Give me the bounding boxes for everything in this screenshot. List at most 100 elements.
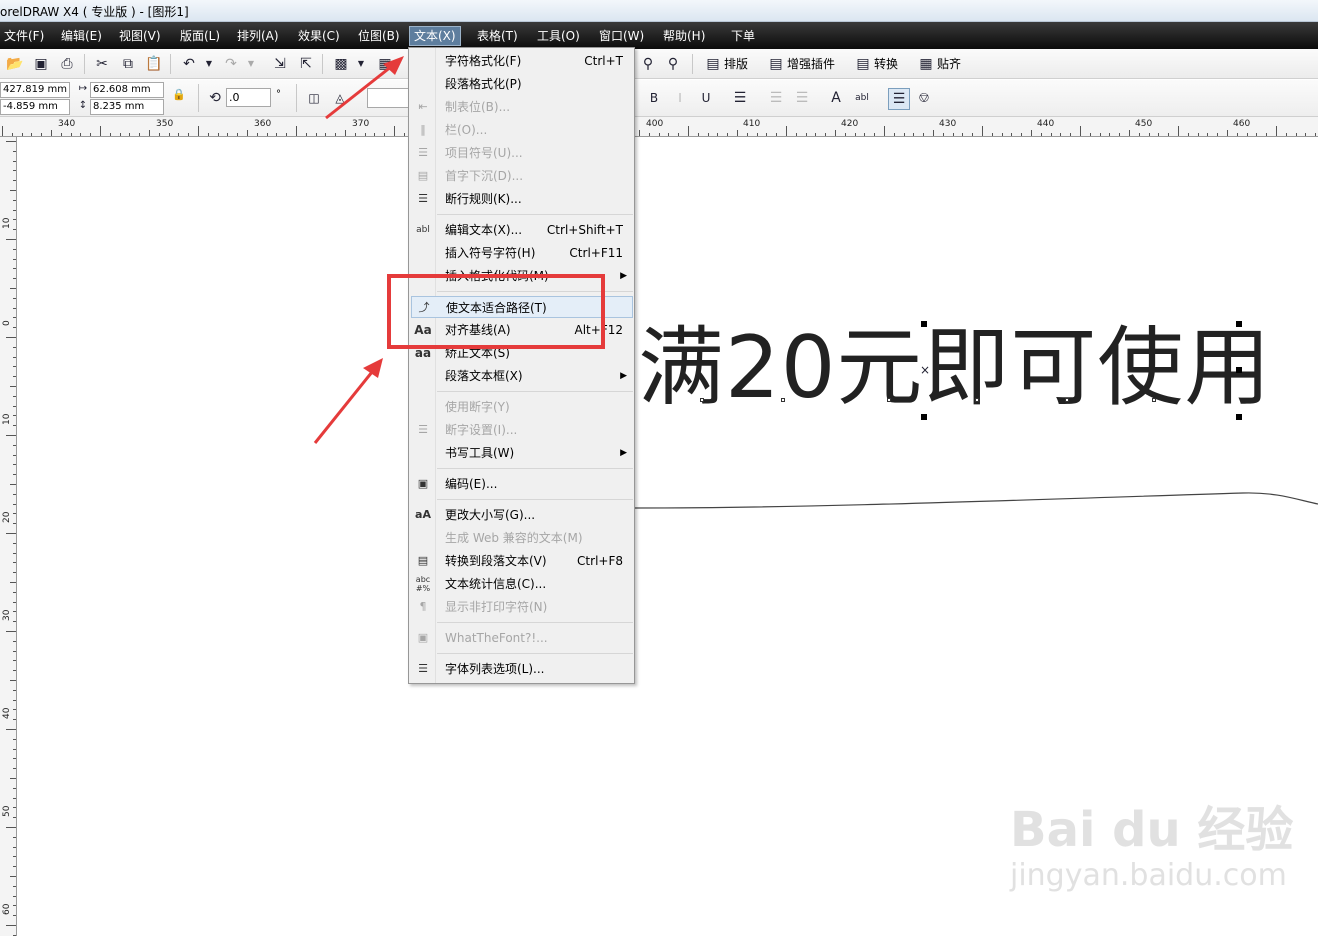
- menu-table[interactable]: 表格(T): [473, 26, 522, 46]
- selection-handle[interactable]: [1236, 367, 1242, 373]
- drawing-canvas[interactable]: Bai du 经验 jingyan.baidu.com: [18, 138, 1318, 936]
- lock-ratio-icon[interactable]: 🔒: [170, 86, 188, 104]
- object-height-field[interactable]: 8.235 mm: [90, 99, 164, 115]
- convert-plugin-icon[interactable]: ▤: [854, 55, 872, 73]
- toolbar-separator: [296, 84, 297, 112]
- bold-icon[interactable]: B: [645, 89, 663, 107]
- redo-dropdown-icon[interactable]: ▼: [242, 55, 260, 73]
- paste-icon[interactable]: 📋: [145, 55, 163, 73]
- layout-plugin-icon[interactable]: ▤: [704, 55, 722, 73]
- menu-item-paragraph-format[interactable]: 段落格式化(P): [411, 73, 633, 95]
- center-x-icon[interactable]: ×: [916, 361, 934, 379]
- undo-icon[interactable]: ↶: [180, 55, 198, 73]
- text-node[interactable]: [887, 398, 891, 402]
- menu-bitmaps[interactable]: 位图(B): [354, 26, 404, 46]
- horizontal-text-icon[interactable]: ☰: [888, 88, 910, 110]
- menu-arrange[interactable]: 排列(A): [233, 26, 283, 46]
- redo-icon[interactable]: ↷: [222, 55, 240, 73]
- menu-item-encoding[interactable]: ▣ 编码(E)...: [411, 473, 633, 495]
- cut-icon[interactable]: ✂: [93, 55, 111, 73]
- y-position-field[interactable]: -4.859 mm: [0, 99, 70, 115]
- ruler-label: 460: [1233, 119, 1251, 129]
- menu-item-web-compatible-text[interactable]: 生成 Web 兼容的文本(M): [411, 527, 633, 549]
- mirror-vertical-icon[interactable]: ◬: [331, 89, 349, 107]
- enhance-plugin-button[interactable]: 增强插件: [787, 55, 835, 73]
- menu-item-insert-symbol[interactable]: 插入符号字符(H) Ctrl+F11: [411, 242, 633, 264]
- x-position-field[interactable]: 427.819 mm: [0, 82, 70, 98]
- menu-file[interactable]: 文件(F): [0, 26, 48, 46]
- convert-plugin-button[interactable]: 转换: [874, 55, 898, 73]
- bullet-list-icon[interactable]: ☰: [767, 89, 785, 107]
- zoom-icon[interactable]: ⚲: [639, 55, 657, 73]
- menu-item-edit-text[interactable]: abl 编辑文本(X)... Ctrl+Shift+T: [411, 219, 633, 241]
- ruler-tick: [991, 133, 993, 136]
- menu-item-use-hyphenation[interactable]: 使用断字(Y): [411, 396, 633, 418]
- menu-item-whatthefont[interactable]: ▣ WhatTheFont?!...: [411, 627, 633, 649]
- selection-handle[interactable]: [921, 321, 927, 327]
- application-launcher-icon[interactable]: ▩: [332, 55, 350, 73]
- selection-handle[interactable]: [1236, 321, 1242, 327]
- ruler-tick: [178, 133, 180, 136]
- text-node[interactable]: [1152, 398, 1156, 402]
- export-icon[interactable]: ⇱: [297, 55, 315, 73]
- vertical-text-icon[interactable]: ⎊: [915, 89, 933, 107]
- curve-path[interactable]: [634, 492, 1318, 509]
- ruler-label: 10: [2, 413, 12, 425]
- menu-tools[interactable]: 工具(O): [533, 26, 584, 46]
- menu-item-line-break-rules[interactable]: ☰ 断行规则(K)...: [411, 188, 633, 210]
- zoom-page-icon[interactable]: ⚲: [664, 55, 682, 73]
- edit-text-toolbar-icon[interactable]: abl: [853, 89, 871, 107]
- menu-item-tabs[interactable]: ⇤ 制表位(B)...: [411, 96, 633, 118]
- menu-view[interactable]: 视图(V): [115, 26, 165, 46]
- menu-item-writing-tools[interactable]: 书写工具(W) ▶: [411, 442, 633, 464]
- menu-item-change-case[interactable]: aA 更改大小写(G)...: [411, 504, 633, 526]
- menu-window[interactable]: 窗口(W): [595, 26, 648, 46]
- menu-item-paragraph-frame[interactable]: 段落文本框(X) ▶: [411, 365, 633, 387]
- dropcap-toolbar-icon[interactable]: ☰: [793, 89, 811, 107]
- snap-plugin-button[interactable]: 贴齐: [937, 55, 961, 73]
- mirror-horizontal-icon[interactable]: ◫: [305, 89, 323, 107]
- menu-item-character-format[interactable]: 字符格式化(F) Ctrl+T: [411, 50, 633, 72]
- menu-layout[interactable]: 版面(L): [176, 26, 224, 46]
- welcome-icon[interactable]: ▦: [376, 55, 394, 73]
- text-node[interactable]: [781, 398, 785, 402]
- menu-item-bullets[interactable]: ☰ 项目符号(U)...: [411, 142, 633, 164]
- menu-help[interactable]: 帮助(H): [659, 26, 709, 46]
- menu-item-drop-cap[interactable]: ▤ 首字下沉(D)...: [411, 165, 633, 187]
- underline-icon[interactable]: U: [697, 89, 715, 107]
- text-node[interactable]: [1065, 398, 1069, 402]
- save-icon[interactable]: ▣: [32, 55, 50, 73]
- menu-item-convert-to-paragraph[interactable]: ▤ 转换到段落文本(V) Ctrl+F8: [411, 550, 633, 572]
- ruler-tick: [13, 356, 16, 358]
- layout-plugin-button[interactable]: 排版: [724, 55, 748, 73]
- import-icon[interactable]: ⇲: [271, 55, 289, 73]
- font-list-field[interactable]: [367, 88, 409, 108]
- copy-icon[interactable]: ⧉: [119, 55, 137, 73]
- menu-item-font-list-options[interactable]: ☰ 字体列表选项(L)...: [411, 658, 633, 680]
- selected-text-object[interactable]: 满20元即可使用: [638, 318, 1271, 418]
- menu-item-hyphenation-settings[interactable]: ☰ 断字设置(I)...: [411, 419, 633, 441]
- menu-item-text-statistics[interactable]: abc #% 文本统计信息(C)...: [411, 573, 633, 595]
- ruler-tick: [13, 474, 16, 476]
- text-node[interactable]: [975, 398, 979, 402]
- object-width-field[interactable]: 62.608 mm: [90, 82, 164, 98]
- text-node[interactable]: [700, 398, 704, 402]
- enhance-plugin-icon[interactable]: ▤: [767, 55, 785, 73]
- snap-plugin-icon[interactable]: ▦: [917, 55, 935, 73]
- selection-handle[interactable]: [1236, 414, 1242, 420]
- selection-handle[interactable]: [921, 414, 927, 420]
- rotation-angle-field[interactable]: .0: [226, 88, 271, 107]
- menu-item-columns[interactable]: ‖ 栏(O)...: [411, 119, 633, 141]
- menu-effects[interactable]: 效果(C): [294, 26, 344, 46]
- text-align-icon[interactable]: ☰: [731, 89, 749, 107]
- open-icon[interactable]: 📂: [6, 55, 24, 73]
- menu-text[interactable]: 文本(X): [409, 26, 461, 46]
- launcher-dropdown-icon[interactable]: ▼: [352, 55, 370, 73]
- menu-order[interactable]: 下单: [727, 26, 759, 46]
- menu-item-show-nonprinting[interactable]: ¶ 显示非打印字符(N): [411, 596, 633, 618]
- italic-icon[interactable]: I: [671, 89, 689, 107]
- character-format-icon[interactable]: A: [827, 89, 845, 107]
- print-icon[interactable]: ⎙: [58, 55, 76, 73]
- menu-edit[interactable]: 编辑(E): [57, 26, 106, 46]
- undo-dropdown-icon[interactable]: ▼: [200, 55, 218, 73]
